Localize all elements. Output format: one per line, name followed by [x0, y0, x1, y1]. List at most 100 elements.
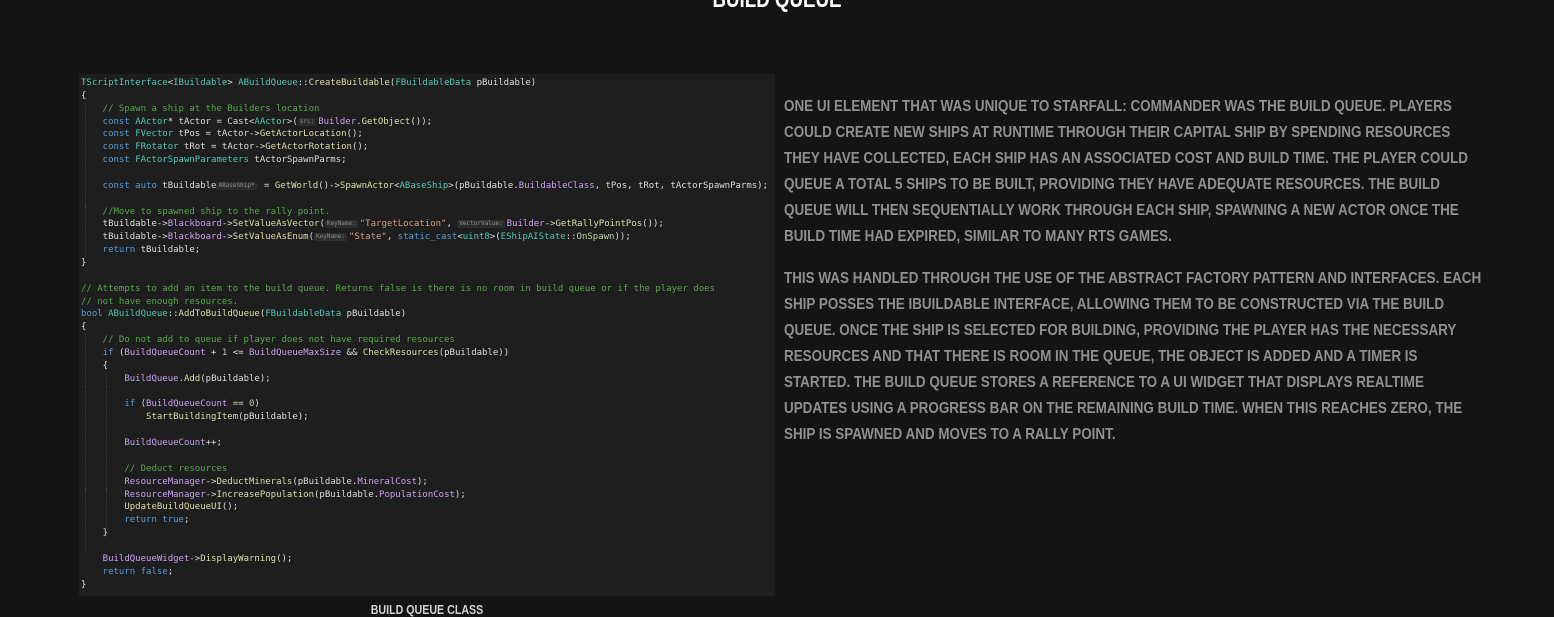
code-line: if (BuildQueueCount + 1 <= BuildQueueMax…: [79, 347, 775, 360]
code-line: ResourceManager->IncreasePopulation(pBui…: [79, 488, 775, 502]
code-line: }: [79, 527, 775, 540]
code-token: >(pBuildable.: [448, 180, 519, 191]
code-token: ,: [446, 219, 458, 230]
code-token: FRotator: [135, 142, 179, 153]
code-line: [79, 192, 775, 206]
indent-guide: [85, 102, 86, 116]
code-token: const auto: [81, 180, 163, 191]
code-token: AddToBuildQueue: [178, 309, 260, 320]
code-line: [79, 539, 775, 553]
code-token: ->: [205, 476, 217, 487]
code-line: UpdateBuildQueueUI();: [79, 501, 775, 515]
code-token: ResourceManager: [81, 476, 206, 487]
code-token: DeductMinerals: [216, 476, 293, 487]
code-token: ::: [297, 78, 309, 88]
code-token: ->: [189, 553, 201, 564]
code-line: [79, 270, 775, 283]
code-token: >(: [286, 116, 298, 127]
code-token: if: [81, 399, 141, 410]
inlay-hint: VectorValue:: [457, 220, 505, 229]
code-token: ->: [544, 219, 556, 230]
code-line: // Deduct resources: [79, 462, 775, 476]
code-token: ->: [221, 232, 233, 243]
indent-guide: [106, 501, 107, 515]
code-token: {: [81, 322, 87, 333]
code-token: Blackboard: [167, 219, 222, 230]
indent-guide: [85, 218, 86, 232]
indent-guide: [85, 154, 86, 168]
indent-guide: [85, 462, 86, 476]
code-token: tActorSpawnParms;: [248, 155, 347, 166]
indent-guide: [106, 488, 107, 502]
code-line: BuildQueueCount++;: [79, 437, 775, 450]
code-line: // Spawn a ship at the Builders location: [79, 102, 775, 116]
code-token: return: [81, 245, 141, 256]
code-token: ResourceManager: [81, 489, 206, 500]
code-line: // not have enough resources.: [79, 296, 775, 309]
indent-guide: [85, 128, 86, 142]
code-token: SetValueAsVector: [232, 219, 320, 230]
code-token: GetWorld: [274, 180, 319, 191]
code-line: return true;: [79, 514, 775, 528]
code-token: EShipAIState: [500, 232, 566, 243]
indent-guide: [106, 372, 107, 386]
code-line: TScriptInterface<IBuildable> ABuildQueue…: [79, 77, 775, 90]
code-line: }: [79, 579, 775, 592]
code-token: Builder: [318, 116, 357, 127]
code-token: static_cast: [397, 232, 458, 243]
code-token: const: [81, 116, 136, 127]
code-token: UpdateBuildQueueUI: [81, 502, 222, 513]
code-token: ): [254, 399, 260, 410]
code-token: // Do not add to queue if player does no…: [81, 335, 455, 346]
indent-guide: [106, 462, 107, 476]
indent-guide: [106, 424, 107, 438]
code-token: ABaseShip: [399, 180, 449, 191]
indent-guide: [85, 192, 86, 206]
code-token: "State": [348, 232, 387, 243]
code-token: AActor: [254, 116, 287, 127]
code-token: TScriptInterface: [81, 78, 168, 88]
code-token: const: [81, 142, 136, 153]
code-token: * tActor = Cast<: [167, 116, 255, 127]
code-token: ;: [183, 515, 190, 526]
code-token: );: [416, 476, 428, 487]
description-paragraph-1: ONE UI ELEMENT THAT WAS UNIQUE TO STARFA…: [784, 98, 1468, 245]
code-token: ();: [346, 129, 363, 140]
code-token: ::: [565, 232, 577, 243]
inlay-hint: src:: [297, 117, 317, 126]
indent-guide: [106, 475, 107, 489]
code-token: PopulationCost: [379, 489, 455, 500]
code-token: GetActorLocation: [259, 129, 347, 140]
code-token: FBuildableData: [265, 309, 342, 320]
indent-guide: [85, 205, 86, 219]
code-token: MineralCost: [357, 476, 417, 487]
inlay-hint: KeyName:: [324, 220, 358, 229]
code-token: CheckResources: [362, 348, 439, 359]
code-line: [79, 449, 775, 463]
code-line: const AActor* tActor = Cast<AActor>(src:…: [79, 115, 775, 129]
code-token: ));: [614, 232, 631, 243]
code-token: ();: [221, 502, 239, 513]
code-line: [79, 385, 775, 399]
indent-guide: [85, 141, 86, 155]
code-line: }: [79, 257, 775, 270]
code-line: {: [79, 321, 775, 334]
code-token: tBuildable;: [140, 245, 201, 256]
indent-guide: [85, 347, 86, 360]
code-line: const FVector tPos = tActor->GetActorLoc…: [79, 128, 775, 142]
code-lines: TScriptInterface<IBuildable> ABuildQueue…: [79, 77, 775, 591]
code-token: // not have enough resources.: [81, 296, 239, 307]
code-token: ()->: [318, 180, 340, 191]
code-token: (pBuildable)): [438, 348, 510, 359]
code-token: DisplayWarning: [200, 553, 277, 564]
code-token: tPos = tActor->: [173, 129, 260, 140]
code-token: BuildQueueCount: [81, 438, 206, 449]
indent-guide: [85, 398, 86, 412]
code-token: pBuildable): [471, 78, 537, 88]
code-token: bool: [81, 309, 109, 320]
code-token: ++;: [205, 438, 222, 449]
code-token: &&: [341, 348, 363, 359]
code-token: return true: [81, 515, 184, 526]
code-token: SetValueAsEnum: [232, 232, 309, 243]
